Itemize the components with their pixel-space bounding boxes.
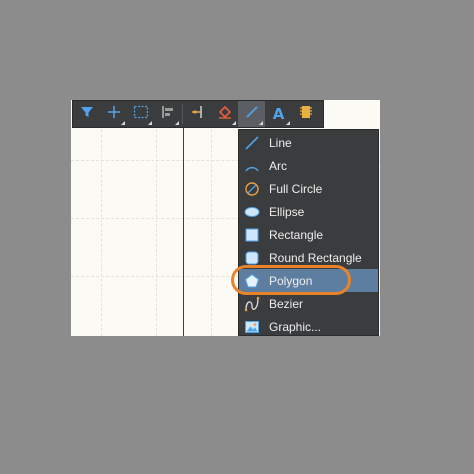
menu-item-ellipse[interactable]: Ellipse [239, 200, 378, 223]
menu-item-label: Rectangle [269, 227, 324, 242]
full-circle-icon [243, 180, 261, 198]
eraser-icon [217, 105, 233, 124]
menu-item-label: Ellipse [269, 204, 305, 219]
sheet-border-line [183, 100, 184, 336]
menu-item-round-rectangle[interactable]: Round Rectangle [239, 246, 378, 269]
crosshair-move-icon [107, 105, 121, 124]
align-button[interactable] [154, 101, 181, 127]
component-icon [299, 104, 313, 125]
dropdown-indicator [148, 121, 152, 125]
ellipse-icon [243, 203, 261, 221]
menu-item-label: Full Circle [269, 181, 323, 196]
round-rectangle-icon [243, 249, 261, 267]
menu-item-label: Graphic... [269, 319, 322, 334]
graphic-icon [243, 318, 261, 336]
dropdown-indicator [286, 121, 290, 125]
menu-item-full-circle[interactable]: Full Circle [239, 177, 378, 200]
active-bar-toolbar: A [72, 100, 324, 128]
menu-item-label: Polygon [269, 273, 313, 288]
menu-item-line[interactable]: Line [239, 131, 378, 154]
select-button[interactable] [127, 101, 154, 127]
menu-item-label: Bezier [269, 296, 304, 311]
menu-item-polygon[interactable]: Polygon [239, 269, 378, 292]
menu-item-label: Round Rectangle [269, 250, 362, 265]
align-icon [161, 105, 175, 124]
menu-item-label: Line [269, 135, 292, 150]
line-draw-icon [245, 105, 259, 124]
place-pin-button[interactable] [184, 101, 211, 127]
place-part-button[interactable] [292, 101, 319, 127]
menu-item-label: Arc [269, 158, 287, 173]
polygon-icon [243, 272, 261, 290]
selection-rect-icon [133, 105, 149, 124]
eraser-button[interactable] [211, 101, 238, 127]
dropdown-indicator [259, 121, 263, 125]
dropdown-indicator [175, 121, 179, 125]
menu-item-bezier[interactable]: Bezier [239, 292, 378, 315]
arc-icon [243, 157, 261, 175]
text-button[interactable]: A [265, 101, 292, 127]
dropdown-indicator [121, 121, 125, 125]
menu-item-graphic[interactable]: Graphic... [239, 315, 378, 338]
bezier-icon [243, 295, 261, 313]
pin-icon [190, 105, 206, 124]
filter-icon [80, 105, 94, 124]
text-icon: A [272, 105, 285, 123]
filter-button[interactable] [73, 101, 100, 127]
menu-item-arc[interactable]: Arc [239, 154, 378, 177]
toolbar-separator [182, 104, 183, 124]
move-button[interactable] [100, 101, 127, 127]
line-icon [243, 134, 261, 152]
dropdown-indicator [232, 121, 236, 125]
line-draw-button[interactable] [238, 101, 265, 127]
rectangle-icon [243, 226, 261, 244]
drawing-tools-dropdown-menu: Line Arc Full Circle Ellipse Rectangle R… [238, 129, 379, 336]
menu-item-rectangle[interactable]: Rectangle [239, 223, 378, 246]
